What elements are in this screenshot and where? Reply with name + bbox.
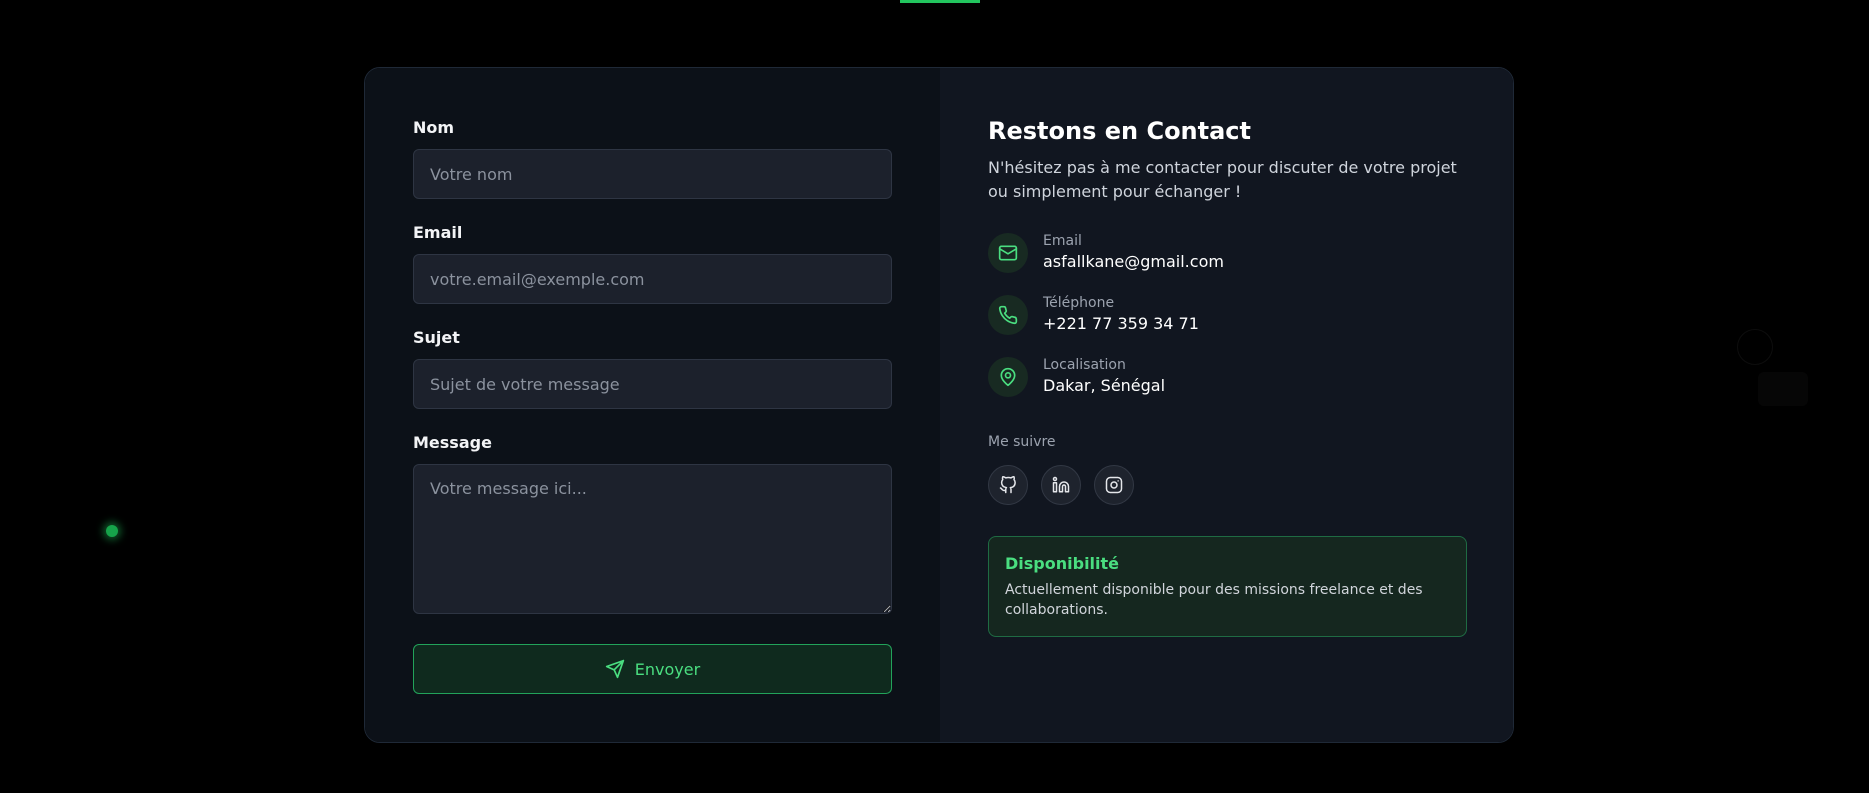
contact-intro: N'hésitez pas à me contacter pour discut… [988, 158, 1457, 201]
send-icon [605, 659, 625, 679]
subject-label: Sujet [413, 328, 460, 347]
contact-item-phone: Téléphone +221 77 359 34 71 [988, 294, 1467, 336]
availability-text: Actuellement disponible pour des mission… [1005, 582, 1423, 618]
contact-info-panel: Restons en Contact N'hésitez pas à me co… [940, 68, 1513, 742]
email-field-group: Email [413, 223, 892, 304]
contact-phone-label: Téléphone [1043, 295, 1115, 311]
top-accent-bar [900, 0, 980, 3]
name-field-group: Nom [413, 118, 892, 199]
phone-icon [988, 295, 1028, 335]
email-input[interactable] [413, 254, 892, 304]
availability-box: Disponibilité Actuellement disponible po… [988, 536, 1467, 637]
availability-title: Disponibilité [1005, 554, 1120, 573]
contact-email-value: asfallkane@gmail.com [1043, 252, 1224, 271]
name-input[interactable] [413, 149, 892, 199]
contact-title: Restons en Contact [988, 117, 1252, 145]
contact-location-label: Localisation [1043, 357, 1126, 373]
contact-location-value: Dakar, Sénégal [1043, 376, 1166, 395]
email-label: Email [413, 223, 463, 242]
social-links [988, 465, 1467, 505]
instagram-link[interactable] [1094, 465, 1134, 505]
contact-email-label: Email [1043, 233, 1082, 249]
background-decoration-square [1758, 372, 1808, 406]
instagram-icon [1105, 476, 1123, 494]
subject-input[interactable] [413, 359, 892, 409]
glow-dot [106, 525, 118, 537]
contact-item-email: Email asfallkane@gmail.com [988, 232, 1467, 274]
github-link[interactable] [988, 465, 1028, 505]
subject-field-group: Sujet [413, 328, 892, 409]
send-button-label: Envoyer [634, 659, 701, 679]
linkedin-link[interactable] [1041, 465, 1081, 505]
contact-item-location: Localisation Dakar, Sénégal [988, 356, 1467, 398]
github-icon [999, 476, 1017, 494]
message-label: Message [413, 433, 492, 452]
name-label: Nom [413, 118, 455, 137]
contact-phone-value: +221 77 359 34 71 [1043, 314, 1199, 333]
send-button[interactable]: Envoyer [413, 644, 892, 694]
map-pin-icon [988, 357, 1028, 397]
background-decoration-circle [1737, 329, 1773, 365]
mail-icon [988, 233, 1028, 273]
contact-card: Nom Email Sujet Message Envoyer Reston [364, 67, 1514, 743]
contact-form: Nom Email Sujet Message Envoyer [365, 68, 940, 742]
linkedin-icon [1052, 476, 1070, 494]
follow-label: Me suivre [988, 434, 1056, 450]
message-textarea[interactable] [413, 464, 892, 614]
message-field-group: Message [413, 433, 892, 614]
